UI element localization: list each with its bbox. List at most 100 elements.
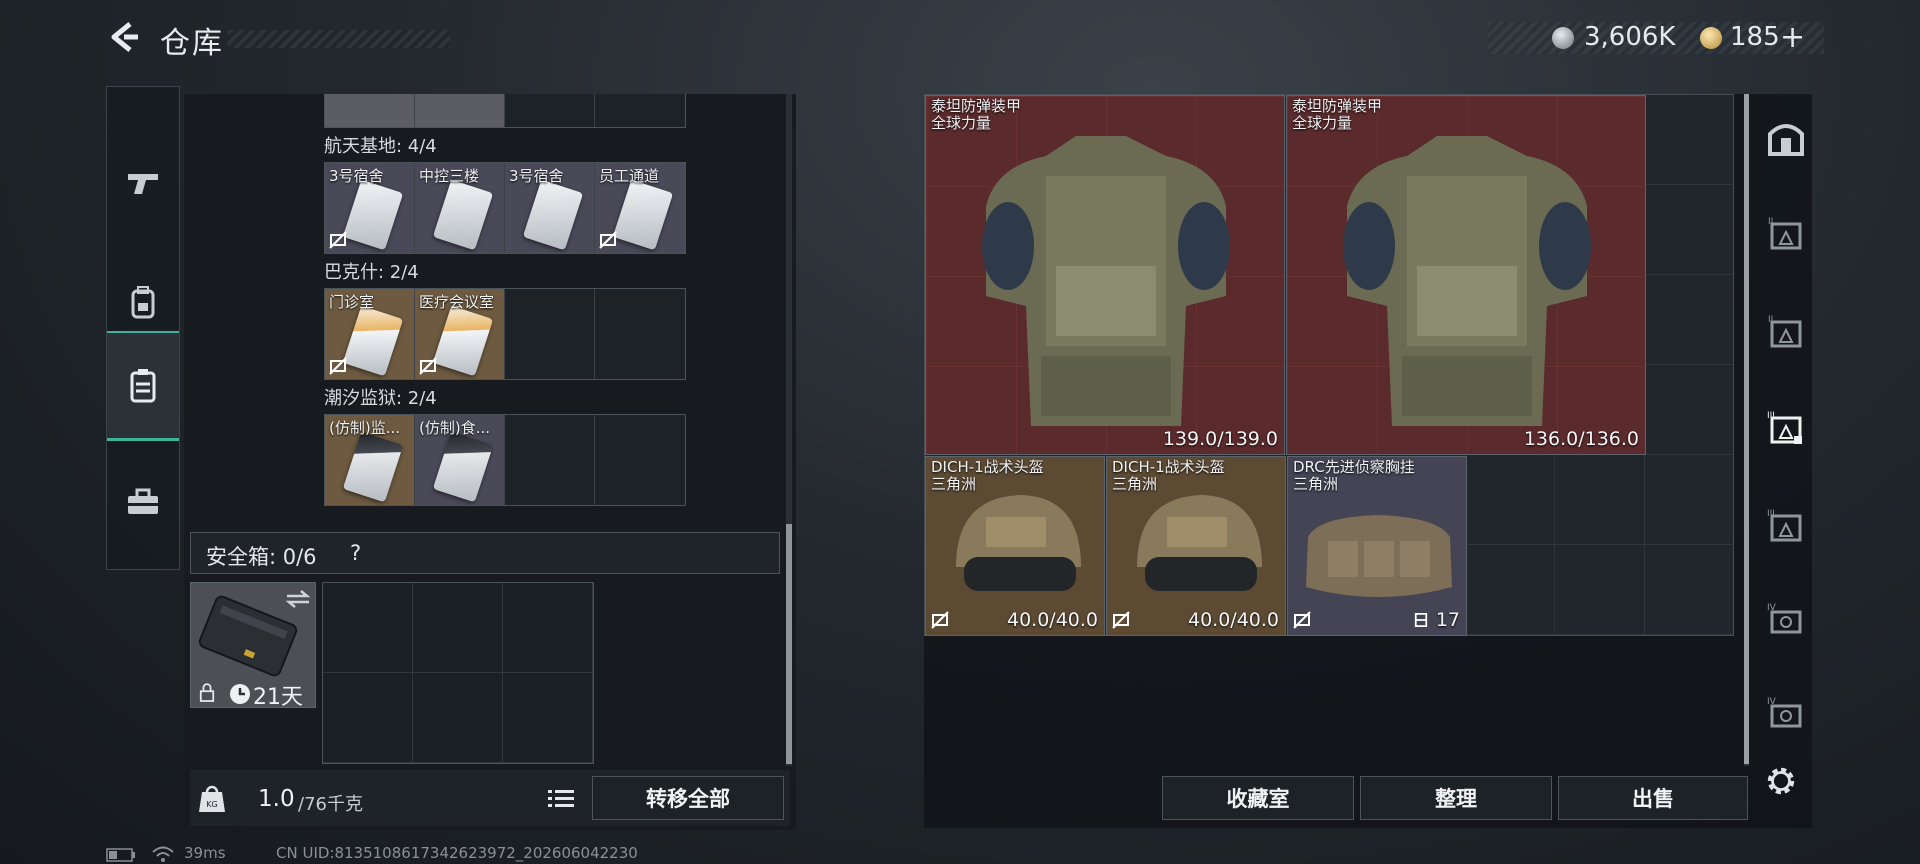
safe-box-grid <box>322 582 594 764</box>
sell-button[interactable]: 出售 <box>1558 776 1748 820</box>
empty-slot <box>595 289 685 379</box>
silver-amount: 3,606K <box>1584 22 1676 52</box>
page-title: 仓库 <box>160 26 224 61</box>
container-grid: 门诊室 医疗会议室 <box>324 288 686 380</box>
item-name: DICH-1战术头盔 <box>931 458 1044 476</box>
silver-coin-icon <box>1552 27 1574 49</box>
swap-icon[interactable] <box>285 589 311 609</box>
tab-toolbox[interactable] <box>107 447 179 557</box>
tab-stash-iv-1[interactable]: IV <box>1760 594 1812 646</box>
container-iv-icon: IV <box>1767 697 1802 728</box>
safe-case-item[interactable]: 21天 <box>190 582 316 710</box>
svg-text:III: III <box>1767 509 1775 519</box>
container-ii-icon: II <box>1768 217 1802 250</box>
unbound-icon <box>599 231 617 249</box>
clock-icon <box>230 684 250 704</box>
back-arrow-icon[interactable] <box>104 18 142 56</box>
weight-max: /76千克 <box>298 794 363 815</box>
svg-text:II: II <box>1768 315 1773 325</box>
item-brand: 三角洲 <box>1112 475 1158 493</box>
container-iv-icon: IV <box>1767 603 1802 634</box>
toolbox-icon <box>128 488 158 514</box>
scrollbar-thumb[interactable] <box>786 524 792 764</box>
sort-button[interactable]: 整理 <box>1360 776 1552 820</box>
item-durability: 139.0/139.0 <box>1162 428 1278 450</box>
empty-slot <box>323 673 413 763</box>
backpack-icon <box>131 286 155 319</box>
empty-slot <box>413 673 503 763</box>
helmet-item[interactable]: DICH-1战术头盔 三角洲 40.0/40.0 <box>1106 456 1286 636</box>
stash-scrollbar[interactable] <box>1744 94 1749 766</box>
safe-box-label: 安全箱: 0/6 <box>206 545 317 569</box>
empty-slot <box>505 415 595 505</box>
svg-text:II: II <box>1768 217 1773 227</box>
add-gold-button[interactable]: + <box>1780 20 1805 55</box>
tab-stash-iii-active[interactable]: III <box>1760 402 1812 454</box>
container-iii-icon: III <box>1767 509 1802 542</box>
safe-timer: 21天 <box>253 685 303 710</box>
svg-text:IV: IV <box>1767 603 1777 613</box>
scrollbar-thumb[interactable] <box>1744 94 1749 764</box>
item-capacity: 17 <box>1435 609 1460 631</box>
tab-stash-main[interactable] <box>1760 112 1812 164</box>
armor-item[interactable]: 泰坦防弹装甲 全球力量 139.0/139.0 <box>925 95 1285 455</box>
list-view-icon[interactable] <box>548 788 574 810</box>
keycard-item[interactable]: (仿制)监... <box>325 415 415 505</box>
transfer-all-button[interactable]: 转移全部 <box>592 776 784 820</box>
group-header: 航天基地: 4/4 <box>324 136 437 157</box>
keycard-item[interactable]: 医疗会议室 <box>415 289 505 379</box>
empty-slot <box>505 289 595 379</box>
tab-containers[interactable] <box>107 331 179 441</box>
helmet-item[interactable]: DICH-1战术头盔 三角洲 40.0/40.0 <box>925 456 1105 636</box>
empty-slot <box>595 94 685 127</box>
keycard-item[interactable]: (仿制)食... <box>415 415 505 505</box>
gear-icon[interactable] <box>1764 764 1798 798</box>
tab-stash-ii-2[interactable]: II <box>1760 306 1812 358</box>
empty-slot <box>413 583 503 673</box>
unbound-icon <box>1112 611 1130 629</box>
unbound-icon <box>419 357 437 375</box>
keycard-item[interactable]: 3号宿舍 <box>325 163 415 253</box>
inventory-slot[interactable] <box>415 94 505 127</box>
empty-slot <box>323 583 413 673</box>
svg-text:III: III <box>1767 411 1775 421</box>
tab-weapons[interactable] <box>107 127 179 237</box>
empty-slot <box>595 415 685 505</box>
weight-icon: KG <box>199 785 225 812</box>
keycard-item[interactable]: 中控三楼 <box>415 163 505 253</box>
uid-text: CN UID:813510861734262397​2_202606042230 <box>276 844 638 862</box>
tab-stash-ii-1[interactable]: II <box>1760 208 1812 260</box>
keycard-item[interactable]: 员工通道 <box>595 163 685 253</box>
category-tabs <box>106 86 180 570</box>
item-name: 泰坦防弹装甲 <box>1292 97 1383 115</box>
title-decoration <box>228 30 450 48</box>
battery-icon <box>106 848 135 862</box>
item-brand: 全球力量 <box>1292 114 1353 132</box>
item-brand: 全球力量 <box>931 114 992 132</box>
pistol-icon <box>128 174 158 194</box>
gold-coin-icon <box>1700 27 1722 49</box>
container-ii-icon: II <box>1768 315 1802 348</box>
keycard-item[interactable]: 门诊室 <box>325 289 415 379</box>
armor-item[interactable]: 泰坦防弹装甲 全球力量 136.0/136.0 <box>1286 95 1646 455</box>
item-brand: 三角洲 <box>931 475 977 493</box>
container-icon <box>130 368 156 402</box>
item-durability: 136.0/136.0 <box>1523 428 1639 450</box>
chest-rig-item[interactable]: DRC先进侦察胸挂 三角洲 17 <box>1287 456 1467 636</box>
stash-page-tabs: II II III III IV IV <box>1760 60 1812 760</box>
tab-stash-iii[interactable]: III <box>1760 500 1812 552</box>
item-name: 泰坦防弹装甲 <box>931 97 1022 115</box>
gold-amount: 185 <box>1730 22 1780 52</box>
inventory-slot[interactable] <box>325 94 415 127</box>
container-grid: 3号宿舍 中控三楼 3号宿舍 员工通道 <box>324 162 686 254</box>
item-brand: 三角洲 <box>1293 475 1339 493</box>
weight-current: 1.0 <box>258 786 295 812</box>
collection-room-button[interactable]: 收藏室 <box>1162 776 1354 820</box>
help-button[interactable]: ? <box>350 541 361 565</box>
keycard-item[interactable]: 3号宿舍 <box>505 163 595 253</box>
left-scrollbar[interactable] <box>786 94 792 766</box>
group-header: 巴克什: 2/4 <box>324 262 419 283</box>
body-armor-icon <box>1343 136 1591 426</box>
wifi-icon <box>152 846 174 862</box>
tab-stash-iv-2[interactable]: IV <box>1760 688 1812 740</box>
